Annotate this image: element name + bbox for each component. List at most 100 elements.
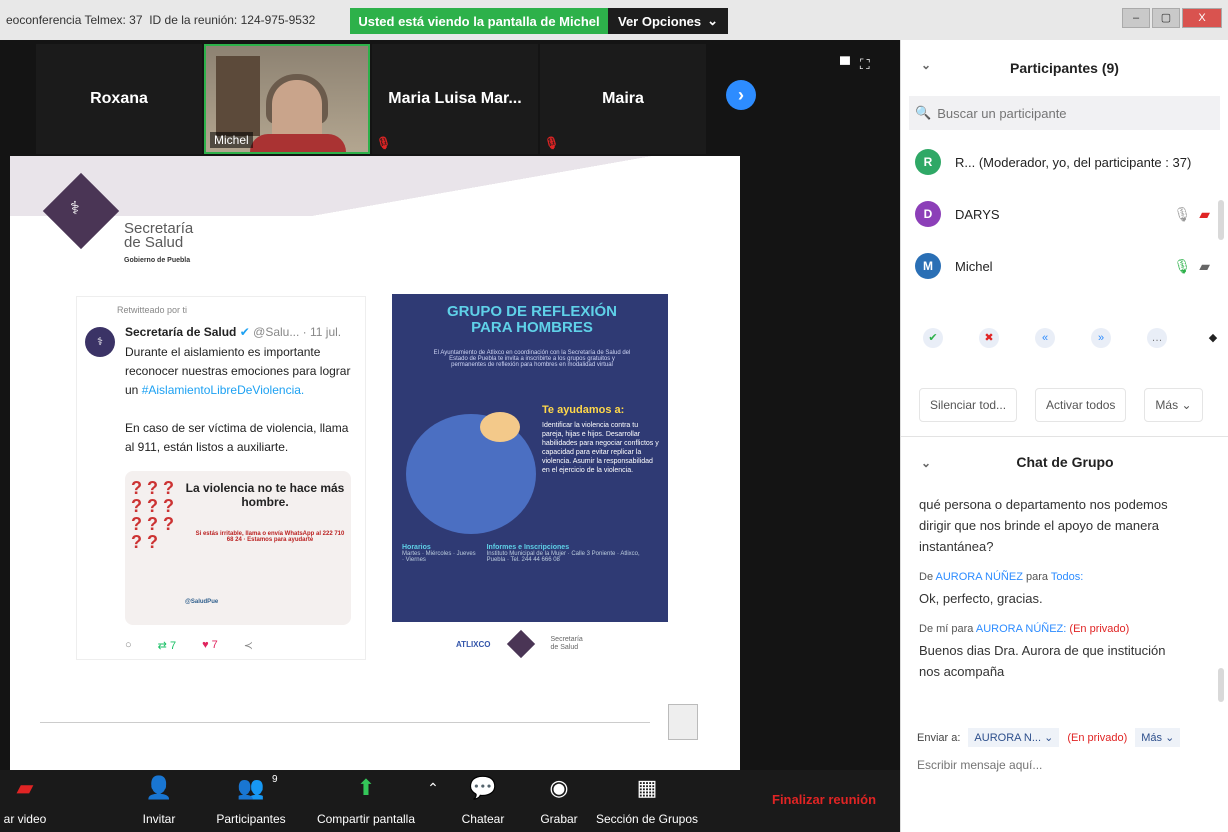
breakout-rooms-icon: ▦ — [636, 775, 658, 800]
mic-muted-icon: 🎙 — [544, 136, 560, 150]
chat-message: Ok, perfecto, gracias. — [919, 591, 1043, 606]
reply-icon[interactable]: ○ — [125, 639, 132, 652]
poster-logos: ATLIXCO Secretaría de Salud — [456, 629, 583, 659]
retweet-label: Retwitteado por ti — [117, 305, 188, 315]
video-tile-michel[interactable]: Michel — [204, 44, 370, 154]
screen-share-banner: Usted está viendo la pantalla de Michel — [350, 8, 608, 34]
chevron-down-icon: ⌄ — [1181, 398, 1192, 412]
fullscreen-icon[interactable]: ⛶ — [860, 56, 870, 73]
tweet-image: ? ? ?? ? ?? ? ?? ? La violencia no te ha… — [125, 471, 351, 625]
mic-muted-icon: 🎙 — [376, 136, 392, 150]
poster: GRUPO DE REFLEXIÓN PARA HOMBRES El Ayunt… — [392, 294, 668, 622]
video-off-icon: ▰ — [16, 775, 34, 800]
share-icon[interactable]: ≺ — [244, 639, 253, 652]
message-input[interactable] — [917, 758, 1207, 772]
video-tile-maria-luisa[interactable]: Maria Luisa Mar... 🎙 — [372, 44, 538, 154]
chat-message-meta: De mí para AURORA NÚÑEZ: (En privado) — [919, 623, 1130, 635]
collapse-chevron-icon[interactable]: ⌄ — [921, 58, 931, 72]
participants-icon: 👥 — [237, 775, 265, 800]
chat-header: ⌄ Chat de Grupo — [921, 454, 1114, 470]
avatar: R — [915, 149, 941, 175]
name-tag: Michel — [210, 132, 253, 148]
chat-message-meta: De AURORA NÚÑEZ para Todos: — [919, 571, 1084, 583]
collapse-chevron-icon[interactable]: ⌄ — [921, 456, 931, 470]
close-button[interactable]: X — [1182, 8, 1222, 28]
caduceus-icon: ⚕ — [70, 198, 80, 218]
nonverbal-feedback: ✔ ✖ « » … ◆ — [923, 328, 1223, 348]
participant-row[interactable]: R R... (Moderador, yo, del participante … — [901, 136, 1228, 188]
participants-scrollbar[interactable] — [1218, 200, 1224, 240]
tweet-author: Secretaría de Salud ✔ @Salu... · 11 jul. — [125, 325, 342, 339]
mic-active-icon: 🎙 — [1173, 258, 1192, 274]
divider — [901, 436, 1228, 437]
yes-icon[interactable]: ✔ — [923, 328, 943, 348]
participant-search[interactable]: 🔍 — [909, 96, 1220, 130]
breakout-rooms-button[interactable]: ▦ Sección de Grupos — [592, 770, 702, 832]
like-icon[interactable]: ♥ 7 — [202, 639, 218, 652]
chat-messages: qué persona o departamento nos podemos d… — [919, 494, 1179, 682]
share-screen-button[interactable]: ⬆ Compartir pantalla — [306, 770, 426, 832]
no-icon[interactable]: ✖ — [979, 328, 999, 348]
participant-actions: Silenciar tod... Activar todos Más ⌄ — [919, 388, 1203, 422]
video-tile-maira[interactable]: Maira 🎙 — [540, 44, 706, 154]
tweet-text: Durante el aislamiento es importante rec… — [125, 345, 351, 454]
window-title: eoconferencia Telmex: 37 ID de la reunió… — [6, 13, 316, 27]
view-controls: ▀ ⛶ — [840, 56, 870, 73]
org-logo-small — [506, 629, 535, 659]
participant-strip: Roxana Michel Maria Luisa Mar... 🎙 Maira 🎙 — [36, 44, 706, 154]
participant-row[interactable]: M Michel 🎙 ▰ — [901, 240, 1228, 292]
more-icon[interactable]: … — [1147, 328, 1167, 348]
camera-door — [216, 56, 260, 136]
send-to-row: Enviar a: AURORA N... ⌄ (En privado) Más… — [917, 728, 1181, 747]
clear-icon[interactable]: ◆ — [1203, 328, 1223, 348]
chat-message: Buenos dias Dra. Aurora de que instituci… — [919, 643, 1166, 679]
participants-header: ⌄ Participantes (9) — [921, 58, 1119, 76]
view-options-button[interactable]: Ver Opciones ⌄ — [608, 8, 728, 34]
avatar: ⚕ — [85, 327, 115, 357]
poster-heart-graphic — [480, 412, 520, 442]
seal-graphic — [668, 704, 698, 740]
message-box[interactable] — [917, 758, 1217, 772]
mute-all-button[interactable]: Silenciar tod... — [919, 388, 1018, 422]
video-area: Roxana Michel Maria Luisa Mar... 🎙 Maira 🎙… — [0, 40, 900, 770]
participant-row[interactable]: D DARYS 🎙 ▰ — [901, 188, 1228, 240]
stop-video-button[interactable]: ▰ ar video — [0, 770, 80, 832]
retweet-icon[interactable]: ⇄ 7 — [158, 639, 176, 652]
shared-screen: ⚕ Secretaría de Salud Gobierno de Puebla R… — [10, 156, 740, 770]
recipient-dropdown[interactable]: AURORA N... ⌄ — [968, 728, 1060, 747]
divider — [40, 722, 650, 723]
org-name: Secretaría de Salud Gobierno de Puebla — [124, 220, 194, 264]
meeting-toolbar: ▰ ar video 👤 Invitar 👥 9 Participantes ⬆ Comp… — [0, 770, 900, 832]
unmute-all-button[interactable]: Activar todos — [1035, 388, 1127, 422]
tweet-actions: ○ ⇄ 7 ♥ 7 ≺ — [125, 639, 253, 652]
slow-down-icon[interactable]: « — [1035, 328, 1055, 348]
share-screen-icon: ⬆ — [356, 775, 376, 800]
slide-header-band — [10, 156, 740, 216]
participants-button[interactable]: 👥 9 Participantes — [196, 770, 306, 832]
chevron-down-icon: ⌄ — [707, 13, 718, 28]
end-meeting-button[interactable]: Finalizar reunión — [772, 792, 876, 807]
participant-list: R R... (Moderador, yo, del participante … — [901, 136, 1228, 292]
avatar: M — [915, 253, 941, 279]
search-input[interactable] — [937, 105, 1198, 121]
window-controls: – ▢ X — [1122, 8, 1222, 28]
video-icon: ▰ — [1199, 258, 1210, 274]
chat-more-dropdown[interactable]: Más ⌄ — [1135, 728, 1181, 747]
maximize-button[interactable]: ▢ — [1152, 8, 1180, 28]
verified-icon: ✔ — [239, 325, 250, 339]
minimize-button[interactable]: – — [1122, 8, 1150, 28]
chat-message: qué persona o departamento nos podemos d… — [919, 497, 1168, 554]
tweet-card: Retwitteado por ti ⚕ Secretaría de Salud… — [76, 296, 366, 660]
more-button[interactable]: Más ⌄ — [1144, 388, 1203, 422]
video-tile-roxana[interactable]: Roxana — [36, 44, 202, 154]
speed-up-icon[interactable]: » — [1091, 328, 1111, 348]
camera-person-shirt — [250, 134, 346, 152]
next-page-button[interactable]: › — [726, 80, 756, 110]
video-off-icon: ▰ — [1199, 206, 1210, 222]
chat-scrollbar[interactable] — [1218, 668, 1224, 702]
question-marks-graphic: ? ? ?? ? ?? ? ?? ? — [131, 478, 174, 552]
gallery-view-icon[interactable]: ▀ — [840, 56, 850, 73]
search-icon: 🔍 — [915, 105, 932, 120]
mic-icon: 🎙 — [1173, 206, 1192, 222]
avatar: D — [915, 201, 941, 227]
